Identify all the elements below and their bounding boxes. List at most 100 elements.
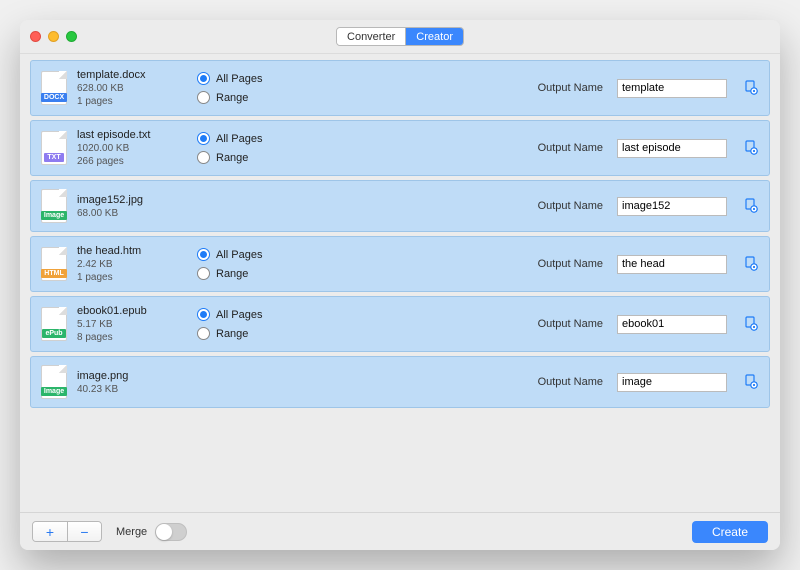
remove-button[interactable]: − [67, 522, 101, 541]
output-name-label: Output Name [538, 318, 603, 330]
row-settings-icon[interactable] [743, 80, 759, 96]
output-name-input[interactable] [617, 139, 727, 158]
file-name: last episode.txt [77, 129, 187, 141]
radio-range[interactable]: Range [197, 91, 317, 104]
row-settings-icon[interactable] [743, 374, 759, 390]
file-size: 5.17 KB [77, 319, 187, 330]
minimize-icon[interactable] [48, 31, 59, 42]
mode-segmented-control: Converter Creator [336, 27, 464, 46]
file-type-badge: DOCX [41, 93, 67, 102]
page-options: All Pages Range [197, 132, 317, 164]
file-type-icon: DOCX [41, 71, 67, 105]
page-options: All Pages Range [197, 248, 317, 280]
output-name-input[interactable] [617, 373, 727, 392]
file-name: image.png [77, 370, 187, 382]
radio-icon [197, 267, 210, 280]
page-options: All Pages Range [197, 72, 317, 104]
radio-all-pages[interactable]: All Pages [197, 308, 317, 321]
file-name: the head.htm [77, 245, 187, 257]
tab-converter[interactable]: Converter [337, 28, 405, 45]
titlebar: Converter Creator [20, 20, 780, 54]
output-name-input[interactable] [617, 197, 727, 216]
file-type-icon: Image [41, 189, 67, 223]
file-meta: image.png 40.23 KB [77, 370, 187, 395]
radio-label: All Pages [216, 133, 262, 145]
radio-label: Range [216, 268, 248, 280]
output-name-label: Output Name [538, 258, 603, 270]
radio-all-pages[interactable]: All Pages [197, 132, 317, 145]
file-pages: 266 pages [77, 156, 187, 167]
file-meta: image152.jpg 68.00 KB [77, 194, 187, 219]
file-pages: 1 pages [77, 272, 187, 283]
create-button[interactable]: Create [692, 521, 768, 543]
row-settings-icon[interactable] [743, 198, 759, 214]
radio-all-pages[interactable]: All Pages [197, 248, 317, 261]
file-type-badge: TXT [44, 153, 63, 162]
file-name: ebook01.epub [77, 305, 187, 317]
page-options: All Pages Range [197, 308, 317, 340]
file-size: 1020.00 KB [77, 143, 187, 154]
output-name-label: Output Name [538, 142, 603, 154]
file-size: 628.00 KB [77, 83, 187, 94]
output-name-input[interactable] [617, 315, 727, 334]
file-row[interactable]: TXT last episode.txt 1020.00 KB 266 page… [30, 120, 770, 176]
file-size: 40.23 KB [77, 384, 187, 395]
file-name: template.docx [77, 69, 187, 81]
radio-range[interactable]: Range [197, 327, 317, 340]
tab-creator[interactable]: Creator [405, 28, 463, 45]
file-type-icon: HTML [41, 247, 67, 281]
file-size: 68.00 KB [77, 208, 187, 219]
radio-range[interactable]: Range [197, 267, 317, 280]
radio-label: All Pages [216, 309, 262, 321]
file-meta: ebook01.epub 5.17 KB 8 pages [77, 305, 187, 343]
row-settings-icon[interactable] [743, 256, 759, 272]
file-type-icon: TXT [41, 131, 67, 165]
close-icon[interactable] [30, 31, 41, 42]
radio-label: All Pages [216, 249, 262, 261]
radio-label: Range [216, 92, 248, 104]
output-name-label: Output Name [538, 376, 603, 388]
output-name-input[interactable] [617, 79, 727, 98]
merge-control: Merge [116, 523, 187, 541]
fullscreen-icon[interactable] [66, 31, 77, 42]
file-row[interactable]: Image image.png 40.23 KB Output Name [30, 356, 770, 408]
file-row[interactable]: Image image152.jpg 68.00 KB Output Name [30, 180, 770, 232]
radio-icon [197, 72, 210, 85]
output-name-label: Output Name [538, 200, 603, 212]
file-meta: the head.htm 2.42 KB 1 pages [77, 245, 187, 283]
file-pages: 8 pages [77, 332, 187, 343]
add-remove-group: + − [32, 521, 102, 542]
app-window: Converter Creator DOCX template.docx 628… [20, 20, 780, 550]
footer: + − Merge Create [20, 512, 780, 550]
radio-label: Range [216, 152, 248, 164]
radio-icon [197, 308, 210, 321]
radio-icon [197, 91, 210, 104]
file-row[interactable]: ePub ebook01.epub 5.17 KB 8 pages All Pa… [30, 296, 770, 352]
merge-toggle[interactable] [155, 523, 187, 541]
radio-icon [197, 151, 210, 164]
file-type-icon: Image [41, 365, 67, 399]
file-meta: last episode.txt 1020.00 KB 266 pages [77, 129, 187, 167]
merge-label: Merge [116, 526, 147, 538]
file-type-badge: Image [41, 211, 67, 220]
file-list: DOCX template.docx 628.00 KB 1 pages All… [20, 54, 780, 512]
output-name-label: Output Name [538, 82, 603, 94]
radio-range[interactable]: Range [197, 151, 317, 164]
file-pages: 1 pages [77, 96, 187, 107]
output-name-input[interactable] [617, 255, 727, 274]
add-button[interactable]: + [33, 522, 67, 541]
traffic-lights [30, 31, 77, 42]
radio-icon [197, 327, 210, 340]
file-type-badge: HTML [41, 269, 66, 278]
radio-icon [197, 248, 210, 261]
file-meta: template.docx 628.00 KB 1 pages [77, 69, 187, 107]
row-settings-icon[interactable] [743, 316, 759, 332]
radio-all-pages[interactable]: All Pages [197, 72, 317, 85]
row-settings-icon[interactable] [743, 140, 759, 156]
radio-icon [197, 132, 210, 145]
file-type-badge: ePub [42, 329, 65, 338]
file-row[interactable]: DOCX template.docx 628.00 KB 1 pages All… [30, 60, 770, 116]
file-row[interactable]: HTML the head.htm 2.42 KB 1 pages All Pa… [30, 236, 770, 292]
file-name: image152.jpg [77, 194, 187, 206]
file-size: 2.42 KB [77, 259, 187, 270]
